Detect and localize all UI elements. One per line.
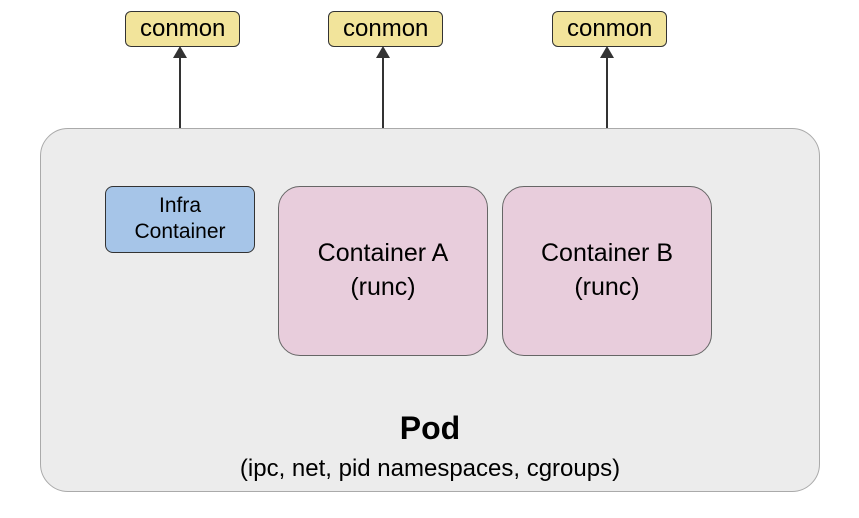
container-b-box: Container B (runc) [502,186,712,356]
container-a-box: Container A (runc) [278,186,488,356]
pod-subtitle: (ipc, net, pid namespaces, cgroups) [41,455,819,483]
infra-line1: Infra [106,193,254,219]
container-a-line1: Container A [318,237,449,271]
conmon-box-2: conmon [328,11,443,47]
container-b-line2: (runc) [574,271,639,305]
conmon-box-1: conmon [125,11,240,47]
container-a-line2: (runc) [350,271,415,305]
conmon-box-3: conmon [552,11,667,47]
infra-container-box: Infra Container [105,186,255,253]
pod-title: Pod [41,410,819,447]
infra-line2: Container [106,219,254,245]
container-b-line1: Container B [541,237,673,271]
